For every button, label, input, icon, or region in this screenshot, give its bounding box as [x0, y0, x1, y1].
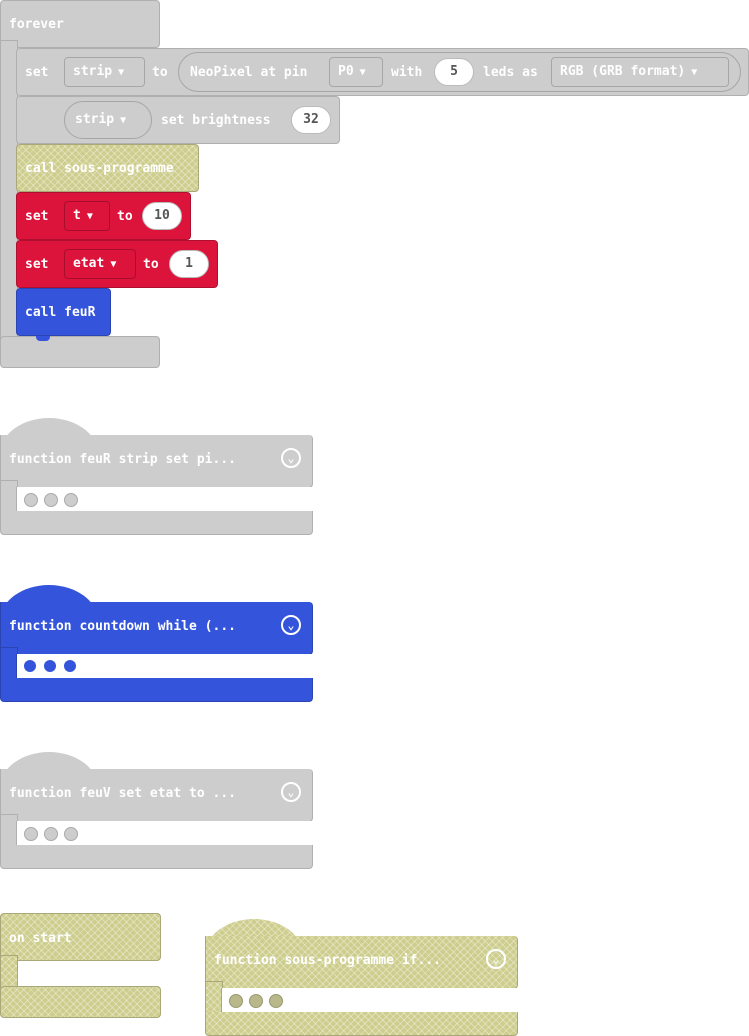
t-value: 10: [154, 208, 170, 223]
ellipsis-dots-icon: [44, 827, 58, 841]
led-count-input[interactable]: 5: [434, 58, 474, 86]
dropdown-caret-icon: ▼: [86, 211, 93, 222]
forever-label: forever: [9, 17, 64, 32]
brightness-value: 32: [303, 112, 319, 127]
to-keyword: to: [117, 209, 133, 224]
dropdown-caret-icon: ▼: [120, 115, 127, 126]
ellipsis-dots-icon: [64, 827, 78, 841]
strip-variable-pill[interactable]: strip ▼: [64, 101, 152, 139]
block-notch: [36, 961, 50, 967]
ellipsis-dots-icon: [24, 660, 36, 672]
format-dropdown[interactable]: RGB (GRB format) ▼: [551, 57, 729, 87]
ellipsis-dots-icon: [24, 493, 38, 507]
t-value-input[interactable]: 10: [142, 202, 182, 230]
etat-variable-label: etat: [73, 256, 105, 271]
format-label: RGB (GRB format): [560, 64, 686, 79]
to-keyword: to: [152, 65, 168, 80]
etat-value-input[interactable]: 1: [169, 250, 209, 278]
ellipsis-dots-icon: [249, 994, 263, 1008]
call-feur-label: call feuR: [25, 305, 96, 320]
pin-label: P0: [338, 64, 354, 79]
with-keyword: with: [391, 65, 423, 80]
ellipsis-dots-icon: [229, 994, 243, 1008]
strip-variable-dropdown[interactable]: strip ▼: [64, 57, 145, 87]
function-countdown-label: function countdown while (...: [9, 619, 236, 634]
dropdown-caret-icon: ▼: [118, 67, 125, 78]
function-feuv-label: function feuV set etat to ...: [9, 786, 236, 801]
chevron-down-icon[interactable]: ⌄: [486, 949, 506, 969]
brightness-input[interactable]: 32: [291, 106, 331, 134]
set-keyword: set: [25, 257, 49, 272]
dropdown-caret-icon: ▼: [691, 67, 698, 78]
strip-variable-label: strip: [75, 112, 115, 127]
function-footer: [0, 511, 313, 535]
function-footer: [0, 845, 313, 869]
collapsed-body-slot: [221, 988, 518, 1012]
block-notch: [36, 336, 50, 341]
function-sous-programme-label: function sous-programme if...: [214, 953, 441, 968]
ellipsis-dots-icon: [64, 660, 76, 672]
strip-variable-label: strip: [73, 64, 113, 79]
ellipsis-dots-icon: [44, 493, 58, 507]
forever-footer: [0, 336, 160, 368]
t-variable-label: t: [73, 208, 81, 223]
dropdown-caret-icon: ▼: [359, 67, 366, 78]
on-start-footer: [0, 986, 161, 1018]
ellipsis-dots-icon: [24, 827, 38, 841]
set-keyword: set: [25, 65, 49, 80]
call-sous-programme-label: call sous-programme: [25, 161, 174, 176]
etat-variable-dropdown[interactable]: etat ▼: [64, 249, 136, 279]
on-start-label: on start: [9, 931, 72, 946]
dropdown-caret-icon: ▼: [110, 259, 117, 270]
neopixel-label: NeoPixel at pin: [190, 65, 308, 80]
function-feur-label: function feuR strip set pi...: [9, 452, 236, 467]
ellipsis-dots-icon: [44, 660, 56, 672]
chevron-down-icon[interactable]: ⌄: [281, 448, 301, 468]
led-count-value: 5: [450, 64, 458, 79]
to-keyword: to: [143, 257, 159, 272]
ellipsis-dots-icon: [64, 493, 78, 507]
leds-as-keyword: leds as: [483, 65, 538, 80]
function-footer: [205, 1012, 518, 1036]
set-brightness-label: set brightness: [161, 113, 271, 128]
etat-value: 1: [185, 256, 193, 271]
t-variable-dropdown[interactable]: t ▼: [64, 201, 110, 231]
collapsed-body-slot: [16, 487, 313, 511]
function-footer: [0, 678, 313, 702]
pin-dropdown[interactable]: P0 ▼: [329, 57, 383, 87]
collapsed-body-slot: [16, 654, 313, 678]
set-keyword: set: [25, 209, 49, 224]
chevron-down-icon[interactable]: ⌄: [281, 782, 301, 802]
ellipsis-dots-icon: [269, 994, 283, 1008]
chevron-down-icon[interactable]: ⌄: [281, 615, 301, 635]
collapsed-body-slot: [16, 821, 313, 845]
